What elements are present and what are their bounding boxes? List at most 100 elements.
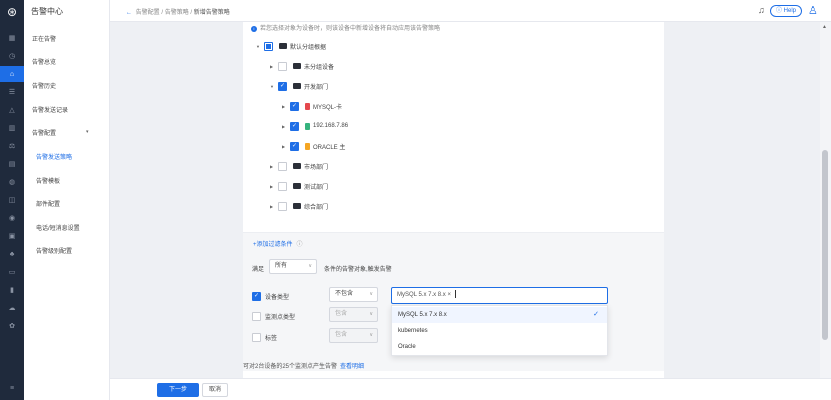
condition-row-tag[interactable]: 标签 (252, 333, 277, 342)
menu-bottom-icon[interactable]: ≡ (0, 380, 24, 396)
operator-select[interactable]: 不包含 ∨ (329, 287, 378, 302)
satisfy-select[interactable]: 所有 ∨ (269, 259, 317, 274)
caret-right-icon[interactable]: ▶ (282, 124, 290, 129)
caret-right-icon[interactable]: ▶ (270, 64, 278, 69)
add-filter-link[interactable]: +添加过滤条件 ⓘ (253, 239, 303, 248)
nav-item-send-records[interactable]: 告警发送记录 (32, 105, 68, 114)
bar-icon[interactable]: ▮ (0, 282, 24, 298)
dropdown-option[interactable]: MySQL 5.x 7.x 8.x ✓ (392, 307, 607, 323)
help-button[interactable]: ⓘ Help (770, 5, 803, 17)
chart-icon[interactable]: ▥ (0, 120, 24, 136)
caret-right-icon[interactable]: ▶ (270, 164, 278, 169)
target-icon[interactable]: ◉ (0, 210, 24, 226)
footer-bar: 下一步 取消 (110, 378, 831, 400)
image-icon[interactable]: ▣ (0, 228, 24, 244)
notification-bell-icon[interactable]: ♫ (758, 5, 765, 15)
condition-row-device-type[interactable]: ✓ 设备类型 (252, 292, 289, 301)
logo-icon: ⊛ (6, 5, 18, 19)
alert-icon[interactable]: ⌂ (0, 66, 24, 82)
tree-node-root[interactable]: ▼ 默认分组根据 (256, 40, 326, 52)
box-icon[interactable]: ◫ (0, 192, 24, 208)
condition-row-monitor-type[interactable]: 监测点类型 (252, 312, 295, 321)
nav-item-sms-settings[interactable]: 电话/短消息设置 (36, 223, 80, 232)
operator-select[interactable]: 包含 ∨ (329, 328, 378, 343)
caret-right-icon[interactable]: ▶ (270, 204, 278, 209)
dropdown-option[interactable]: kubernetes (392, 323, 607, 339)
checkbox-partial[interactable] (264, 41, 273, 51)
view-details-link[interactable]: 查看明细 (340, 364, 364, 370)
gear-icon[interactable]: ✿ (0, 318, 24, 334)
breadcrumb-current: 新增告警策略 (193, 10, 230, 16)
user-avatar-icon[interactable]: ♙ (808, 4, 820, 18)
grid-icon[interactable]: ▤ (0, 156, 24, 172)
help-label: Help (783, 8, 797, 14)
option-label: MySQL 5.x 7.x 8.x (398, 312, 447, 318)
list-icon[interactable]: ☰ (0, 84, 24, 100)
top-bar: ← 告警配置 / 告警策略 / 新增告警策略 ♫ ⓘ Help ♙ (110, 0, 831, 22)
tree-node-general[interactable]: ▶ 综合部门 (270, 200, 328, 212)
satisfy-suffix: 条件的告警对象,触发告警 (324, 267, 392, 273)
caret-down-icon[interactable]: ▼ (256, 44, 264, 49)
monitor-icon[interactable]: ▭ (0, 264, 24, 280)
tree-node-mysql[interactable]: ▶ ✓ MYSQL-卡 (282, 100, 342, 112)
checkbox[interactable] (252, 312, 261, 321)
group-icon[interactable]: ♣ (0, 246, 24, 262)
tree-node-test[interactable]: ▶ 测试部门 (270, 180, 328, 192)
next-button[interactable]: 下一步 (157, 383, 199, 397)
globe-icon[interactable]: ◍ (0, 174, 24, 190)
nav-item-template[interactable]: 告警模板 (36, 176, 60, 185)
checkbox[interactable] (278, 201, 287, 211)
tree-node-dev[interactable]: ▼ ✓ 开发部门 (270, 80, 328, 92)
caret-right-icon[interactable]: ▶ (270, 184, 278, 189)
tree-node-ungrouped[interactable]: ▶ 未分组设备 (270, 60, 334, 72)
tree-node-label: 默认分组根据 (290, 44, 327, 51)
device-type-dropdown: MySQL 5.x 7.x 8.x ✓ kubernetes Oracle (391, 305, 608, 356)
checkbox[interactable] (252, 333, 261, 342)
caret-down-icon[interactable]: ▼ (270, 84, 278, 89)
checkbox[interactable] (278, 61, 287, 71)
breadcrumb-item[interactable]: 告警配置 (136, 10, 160, 16)
breadcrumb: ← 告警配置 / 告警策略 / 新增告警策略 (126, 10, 230, 16)
nav-item-config[interactable]: 告警配置 (32, 128, 56, 137)
menu-icon[interactable]: ▦ (0, 30, 24, 46)
tree-node-market[interactable]: ▶ 市场部门 (270, 160, 328, 172)
checkbox-checked[interactable]: ✓ (290, 121, 299, 131)
chevron-down-icon[interactable]: ▾ (86, 129, 89, 135)
tree-hint-text: 若您选择对象为设备时，则该设备中新增设备将自动应用该告警策略 (260, 26, 441, 32)
nav-item-send-policy[interactable]: 告警发送策略 (36, 152, 72, 161)
tree-node-oracle[interactable]: ▶ ✓ ORACLE 主 (282, 140, 345, 152)
caret-right-icon[interactable]: ▶ (282, 104, 290, 109)
app-title: 告警中心 (31, 7, 63, 16)
checkbox[interactable] (278, 181, 287, 191)
back-arrow-icon[interactable]: ← (126, 10, 132, 16)
database-icon (305, 102, 310, 110)
scrollbar-thumb[interactable] (822, 150, 828, 340)
checkbox-checked[interactable]: ✓ (252, 292, 261, 301)
folder-icon (293, 83, 301, 89)
caret-right-icon[interactable]: ▶ (282, 144, 290, 149)
bell-icon[interactable]: △ (0, 102, 24, 118)
scroll-up-icon[interactable]: ▲ (822, 24, 827, 30)
tree-node-host[interactable]: ▶ ✓ 192.168.7.86 (282, 120, 348, 132)
operator-select[interactable]: 包含 ∨ (329, 307, 378, 322)
nav-item-history[interactable]: 告警历史 (32, 81, 56, 90)
breadcrumb-item[interactable]: 告警策略 (165, 10, 189, 16)
dropdown-option[interactable]: Oracle (392, 339, 607, 355)
checkbox-checked[interactable]: ✓ (290, 101, 299, 111)
option-label: Oracle (398, 344, 416, 350)
cancel-button[interactable]: 取消 (202, 383, 228, 397)
cloud-icon[interactable]: ☁ (0, 300, 24, 316)
nav-item-component[interactable]: 部件配置 (36, 199, 60, 208)
tree-node-label: MYSQL-卡 (313, 104, 343, 111)
checkbox-checked[interactable]: ✓ (290, 141, 299, 151)
checkbox-checked[interactable]: ✓ (278, 81, 287, 91)
chevron-down-icon: ∨ (369, 332, 373, 338)
nav-item-overview[interactable]: 告警总览 (32, 57, 56, 66)
scale-icon[interactable]: ⚖ (0, 138, 24, 154)
checkbox[interactable] (278, 161, 287, 171)
device-type-tag-input[interactable]: MySQL 5.x 7.x 8.x × (391, 287, 608, 304)
nav-item-level-config[interactable]: 告警级别配置 (36, 246, 72, 255)
clock-icon[interactable]: ◷ (0, 48, 24, 64)
nav-item-active-alerts[interactable]: 正在告警 (32, 34, 56, 43)
help-circle-icon[interactable]: ⓘ (297, 242, 303, 248)
